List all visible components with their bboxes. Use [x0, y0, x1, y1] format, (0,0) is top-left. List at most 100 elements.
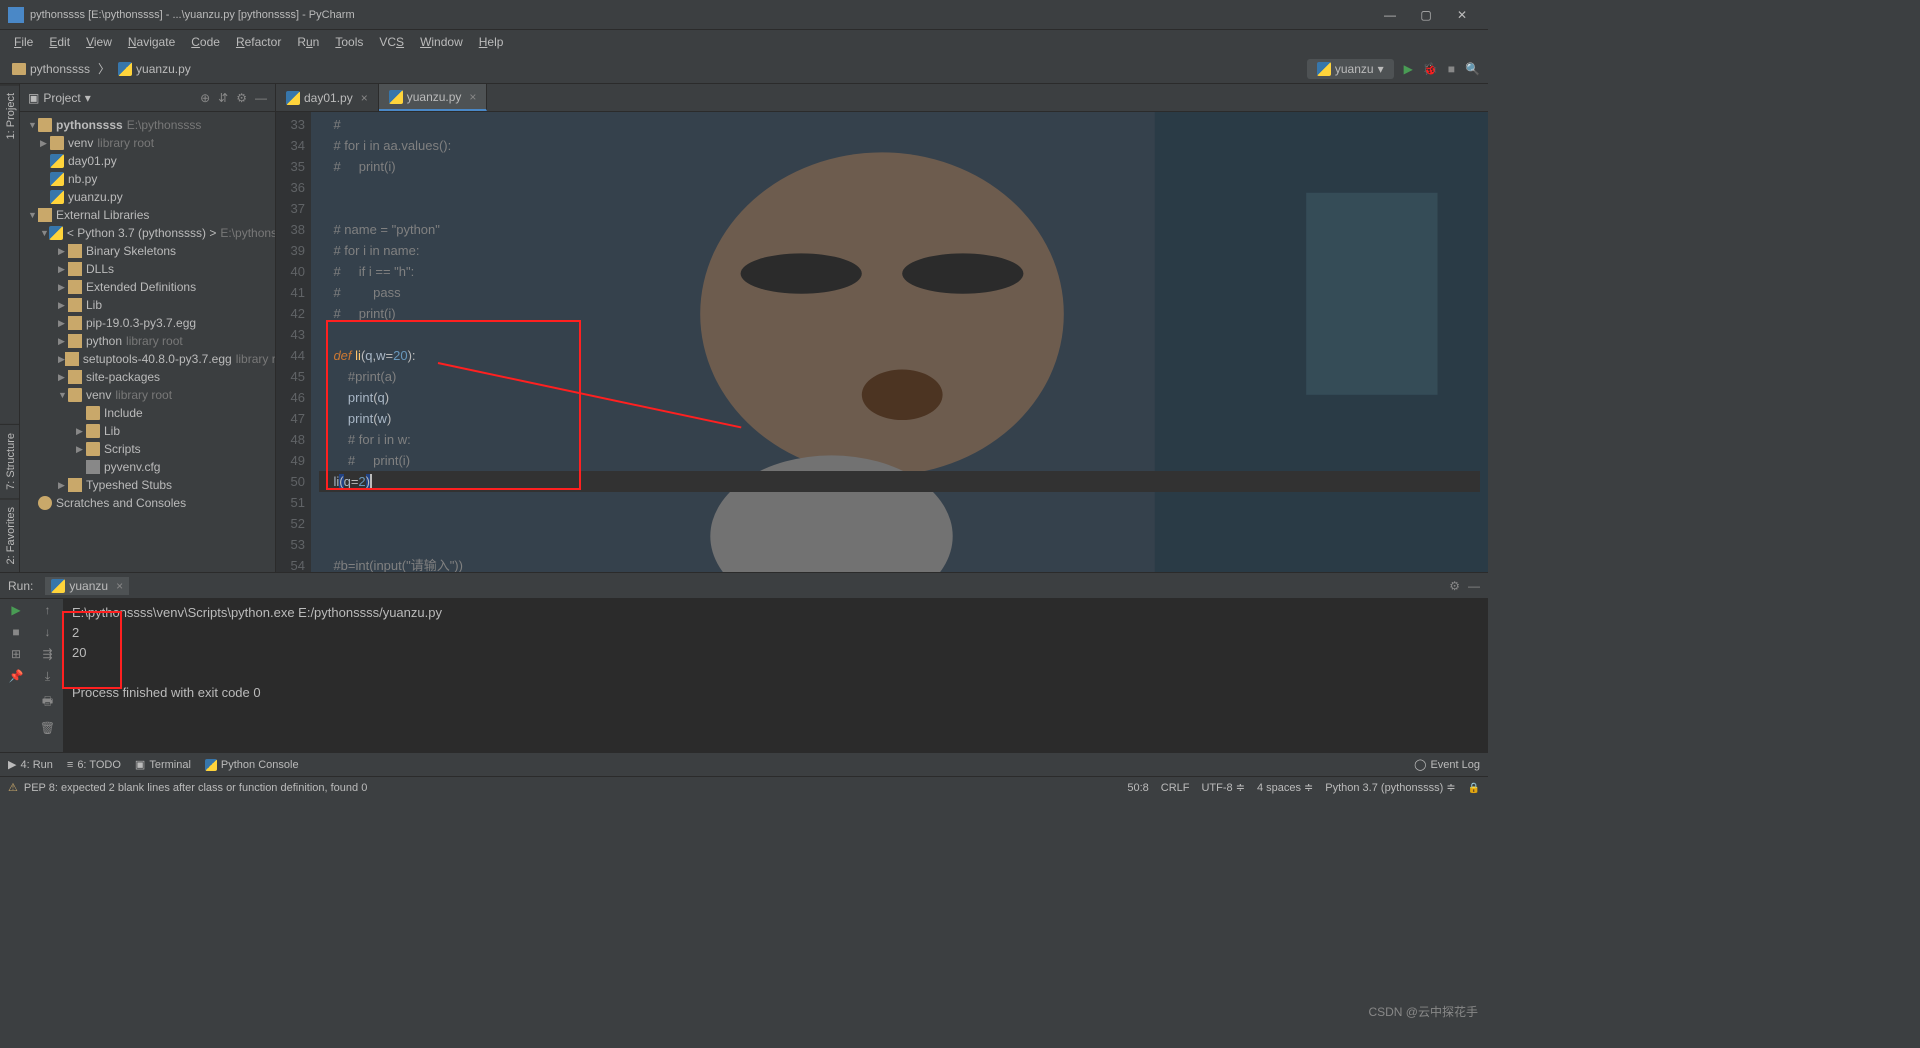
run-config-selector[interactable]: yuanzu ▾ [1307, 59, 1394, 79]
menu-edit[interactable]: Edit [43, 33, 76, 51]
interpreter[interactable]: Python 3.7 (pythonssss) ≑ [1325, 781, 1455, 794]
tree-pip[interactable]: ▶pip-19.0.3-py3.7.egg [20, 314, 275, 332]
lock-icon[interactable] [1468, 782, 1480, 794]
editor-tab-yuanzu[interactable]: yuanzu.py × [379, 84, 488, 111]
menu-file[interactable]: File [8, 33, 39, 51]
run-config-label: yuanzu [1335, 62, 1374, 76]
breadcrumb-file[interactable]: yuanzu.py [114, 60, 195, 78]
hide-icon[interactable]: — [1468, 579, 1480, 593]
status-message: ⚠ PEP 8: expected 2 blank lines after cl… [8, 781, 1127, 794]
minimize-button[interactable]: — [1382, 7, 1398, 23]
menu-vcs[interactable]: VCS [373, 33, 410, 51]
tree-scripts[interactable]: ▶Scripts [20, 440, 275, 458]
run-tool-button[interactable]: ▶4: Run [8, 758, 53, 771]
encoding[interactable]: UTF-8 ≑ [1201, 781, 1244, 794]
gear-icon[interactable]: ⚙ [236, 91, 247, 105]
hide-icon[interactable]: — [255, 91, 267, 105]
tree-scratches[interactable]: Scratches and Consoles [20, 494, 275, 512]
tree-external-libs[interactable]: ▼External Libraries [20, 206, 275, 224]
menu-run[interactable]: Run [291, 33, 325, 51]
tree-include[interactable]: Include [20, 404, 275, 422]
breadcrumb-project-label: pythonssss [30, 62, 90, 76]
console-output[interactable]: E:\pythonssss\venv\Scripts\python.exe E:… [64, 599, 1488, 752]
tree-nb[interactable]: nb.py [20, 170, 275, 188]
code-editor[interactable]: 3334353637383940414243444546474849505152… [276, 112, 1488, 572]
run-button[interactable]: ▶ [1404, 62, 1413, 76]
tree-extended-defs[interactable]: ▶Extended Definitions [20, 278, 275, 296]
tree-typeshed[interactable]: ▶Typeshed Stubs [20, 476, 275, 494]
tree-venv[interactable]: ▶venvlibrary root [20, 134, 275, 152]
wrap-icon[interactable]: ⇶ [42, 647, 52, 661]
close-icon[interactable]: × [361, 91, 368, 105]
todo-tool-button[interactable]: ≡6: TODO [67, 759, 121, 771]
close-icon[interactable]: × [469, 90, 476, 104]
layout-button[interactable]: ⊞ [11, 647, 21, 661]
favorites-tool-tab[interactable]: 2: Favorites [0, 498, 19, 572]
event-log-button[interactable]: ◯Event Log [1414, 758, 1480, 771]
run-toolbar-right: ↑ ↓ ⇶ ⤓ 🖶 🗑 [32, 599, 64, 752]
console-line: 20 [72, 643, 1480, 663]
menu-help[interactable]: Help [473, 33, 510, 51]
tree-pyvenv[interactable]: pyvenv.cfg [20, 458, 275, 476]
tree-lib[interactable]: ▶Lib [20, 296, 275, 314]
print-icon[interactable]: 🖶 [42, 692, 53, 713]
rerun-button[interactable]: ▶ [11, 603, 20, 617]
tree-dlls[interactable]: ▶DLLs [20, 260, 275, 278]
stop-button[interactable]: ■ [12, 625, 19, 639]
gear-icon[interactable]: ⚙ [1449, 579, 1460, 593]
run-label: Run: [8, 579, 33, 593]
search-everywhere-button[interactable]: 🔍 [1465, 62, 1480, 76]
tree-venv2[interactable]: ▼venvlibrary root [20, 386, 275, 404]
run-tab[interactable]: yuanzu × [45, 577, 129, 595]
menu-view[interactable]: View [80, 33, 118, 51]
indent[interactable]: 4 spaces ≑ [1257, 781, 1313, 794]
pin-button[interactable]: 📌 [9, 669, 24, 683]
collapse-icon[interactable]: ⇵ [218, 91, 228, 105]
menu-code[interactable]: Code [185, 33, 226, 51]
line-separator[interactable]: CRLF [1161, 782, 1190, 794]
status-bar: ⚠ PEP 8: expected 2 blank lines after cl… [0, 776, 1488, 798]
tree-site-packages[interactable]: ▶site-packages [20, 368, 275, 386]
run-body: ▶ ■ ⊞ 📌 ↑ ↓ ⇶ ⤓ 🖶 🗑 E:\pythonssss\venv\S… [0, 599, 1488, 752]
menu-tools[interactable]: Tools [329, 33, 369, 51]
tree-yuanzu[interactable]: yuanzu.py [20, 188, 275, 206]
trash-icon[interactable]: 🗑 [40, 721, 55, 735]
down-icon[interactable]: ↓ [45, 625, 51, 639]
main-area: 1: Project 7: Structure 2: Favorites ▣Pr… [0, 84, 1488, 572]
tree-day01[interactable]: day01.py [20, 152, 275, 170]
code-content[interactable]: # # for i in aa.values(): # print(i) # n… [311, 112, 1488, 572]
tree-setuptools[interactable]: ▶setuptools-40.8.0-py3.7.egglibrary root [20, 350, 275, 368]
stop-button[interactable]: ■ [1448, 62, 1455, 76]
tree-python-root[interactable]: ▶pythonlibrary root [20, 332, 275, 350]
python-console-button[interactable]: Python Console [205, 759, 299, 771]
maximize-button[interactable]: ▢ [1418, 7, 1434, 23]
watermark: CSDN @云中探花手 [1368, 1003, 1478, 1020]
tree-root[interactable]: ▼pythonssssE:\pythonssss [20, 116, 275, 134]
line-gutter: 3334353637383940414243444546474849505152… [276, 112, 311, 572]
cursor-position[interactable]: 50:8 [1127, 782, 1148, 794]
menu-window[interactable]: Window [414, 33, 469, 51]
project-panel-title[interactable]: ▣Project▾ [28, 91, 200, 105]
editor-tabs: day01.py × yuanzu.py × [276, 84, 1488, 112]
tree-lib2[interactable]: ▶Lib [20, 422, 275, 440]
terminal-tool-button[interactable]: ▣Terminal [135, 758, 191, 771]
tree-python37[interactable]: ▼< Python 3.7 (pythonssss) >E:\pythonsss… [20, 224, 275, 242]
status-right: 50:8 CRLF UTF-8 ≑ 4 spaces ≑ Python 3.7 … [1127, 781, 1480, 794]
breadcrumb-project[interactable]: pythonssss [8, 60, 94, 78]
app-icon [8, 7, 24, 23]
python-file-icon [389, 90, 403, 104]
menu-navigate[interactable]: Navigate [122, 33, 181, 51]
locate-icon[interactable]: ⊕ [200, 91, 210, 105]
scroll-icon[interactable]: ⤓ [45, 669, 50, 684]
project-tool-tab[interactable]: 1: Project [0, 84, 19, 147]
titlebar: pythonssss [E:\pythonssss] - ...\yuanzu.… [0, 0, 1488, 30]
editor-tab-day01[interactable]: day01.py × [276, 84, 379, 111]
debug-button[interactable]: 🐞 [1423, 62, 1438, 76]
up-icon[interactable]: ↑ [45, 603, 51, 617]
python-file-icon [286, 91, 300, 105]
menu-refactor[interactable]: Refactor [230, 33, 287, 51]
structure-tool-tab[interactable]: 7: Structure [0, 424, 19, 498]
tree-binary-skeletons[interactable]: ▶Binary Skeletons [20, 242, 275, 260]
close-icon[interactable]: × [116, 579, 123, 593]
close-button[interactable]: ✕ [1454, 7, 1470, 23]
